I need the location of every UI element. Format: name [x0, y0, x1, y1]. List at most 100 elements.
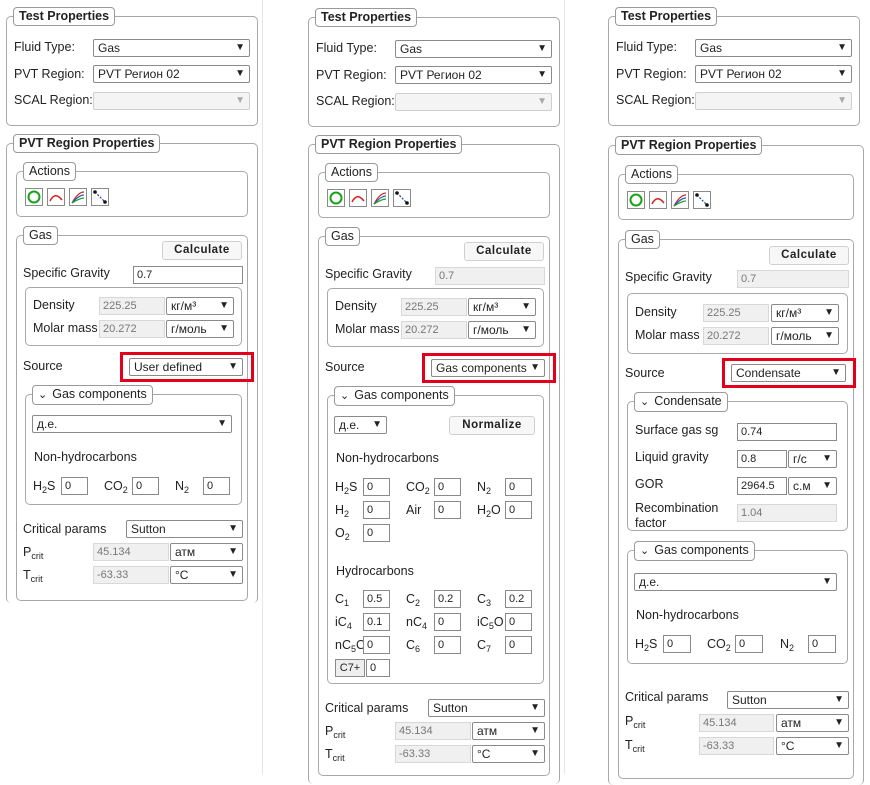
h2o-input[interactable]: 0: [505, 501, 532, 519]
nc5-label: nC5O: [335, 638, 366, 654]
c7-input[interactable]: 0: [505, 636, 532, 654]
density-unit-select[interactable]: кг/м³ ▼: [771, 304, 839, 322]
ic4-input[interactable]: 0.1: [363, 613, 390, 631]
c2-input[interactable]: 0.2: [434, 590, 461, 608]
h2s-input[interactable]: 0: [363, 478, 390, 496]
points-button[interactable]: [693, 191, 711, 209]
liquid-gravity-input[interactable]: 0.8: [737, 450, 787, 468]
tcrit-unit-select[interactable]: °C ▼: [472, 745, 545, 763]
curve-icon: [651, 198, 665, 205]
c3-input[interactable]: 0.2: [505, 590, 532, 608]
gor-unit-select[interactable]: с.м ▼: [788, 477, 837, 495]
density-unit-select[interactable]: кг/м³ ▼: [166, 297, 234, 315]
molar-mass-unit-select[interactable]: г/моль ▼: [771, 327, 839, 345]
specific-gravity-input[interactable]: 0.7: [133, 266, 243, 284]
points-icon: [93, 190, 107, 204]
critical-params-select[interactable]: Sutton ▼: [727, 691, 849, 709]
pvt-region-properties-group: PVT Region Properties Actions Gas Calcul…: [6, 134, 258, 603]
air-input[interactable]: 0: [434, 501, 461, 519]
pcrit-unit-select[interactable]: атм ▼: [472, 722, 545, 740]
h2s-input[interactable]: 0: [61, 477, 88, 495]
c6-input[interactable]: 0: [434, 636, 461, 654]
gor-input[interactable]: 2964.5: [737, 477, 787, 495]
n2-input[interactable]: 0: [808, 635, 836, 653]
tcrit-unit-select[interactable]: °C ▼: [776, 737, 849, 755]
gas-components-legend[interactable]: ⌄ Gas components: [334, 386, 455, 406]
pvt-region-properties-legend: PVT Region Properties: [315, 135, 463, 154]
co2-input[interactable]: 0: [735, 635, 763, 653]
h2-input[interactable]: 0: [363, 501, 390, 519]
molar-mass-unit-select[interactable]: г/моль ▼: [166, 320, 234, 338]
condensate-legend[interactable]: ⌄ Condensate: [634, 392, 728, 412]
nc4-input[interactable]: 0: [434, 613, 461, 631]
calculate-button[interactable]: Calculate: [464, 242, 544, 261]
gas-components-unit-select[interactable]: д.е. ▼: [32, 415, 232, 433]
c7plus-input[interactable]: 0: [366, 659, 390, 677]
refresh-button[interactable]: [327, 189, 345, 207]
co2-label: CO2: [406, 480, 430, 496]
gas-legend: Gas: [325, 227, 360, 246]
nc5-input[interactable]: 0: [363, 636, 390, 654]
curve-button[interactable]: [47, 188, 65, 206]
c7plus-button[interactable]: C7+: [335, 659, 365, 677]
pvt-region-select[interactable]: PVT Регион 02 ▼: [93, 65, 250, 83]
density-label: Density: [33, 298, 75, 312]
source-select[interactable]: Gas components ▼: [431, 359, 545, 377]
tcrit-label: Tcrit: [625, 738, 645, 754]
ic5-input[interactable]: 0: [505, 613, 532, 631]
pcrit-unit-select[interactable]: атм ▼: [170, 543, 243, 561]
multi-curve-button[interactable]: [69, 188, 87, 206]
molar-mass-unit-select[interactable]: г/моль ▼: [468, 321, 536, 339]
normalize-button[interactable]: Normalize: [449, 416, 535, 435]
pcrit-unit-select[interactable]: атм ▼: [776, 714, 849, 732]
hydrocarbons-title: Hydrocarbons: [336, 564, 414, 578]
molar-mass-value: 20.272: [703, 327, 769, 345]
c2-label: C2: [406, 592, 421, 608]
points-button[interactable]: [91, 188, 109, 206]
co2-input[interactable]: 0: [434, 478, 461, 496]
recombination-factor-label: Recombination factor: [635, 501, 719, 530]
calculate-button[interactable]: Calculate: [162, 241, 242, 260]
pvt-region-select[interactable]: PVT Регион 02 ▼: [395, 66, 552, 84]
scal-region-label: SCAL Region:: [316, 94, 395, 108]
h2s-input[interactable]: 0: [663, 635, 691, 653]
tcrit-label: Tcrit: [23, 568, 43, 584]
chevron-down-icon: ▼: [228, 569, 238, 580]
calculate-button[interactable]: Calculate: [769, 246, 849, 265]
fluid-type-select[interactable]: Gas ▼: [395, 40, 552, 58]
molar-mass-label: Molar mass: [635, 328, 700, 342]
gas-components-legend[interactable]: ⌄ Gas components: [634, 541, 755, 561]
multi-curve-button[interactable]: [671, 191, 689, 209]
gas-components-unit-select[interactable]: д.е. ▼: [334, 416, 387, 434]
refresh-button[interactable]: [25, 188, 43, 206]
gas-components-unit-select[interactable]: д.е. ▼: [634, 573, 837, 591]
critical-params-select[interactable]: Sutton ▼: [126, 520, 243, 538]
fluid-type-select[interactable]: Gas ▼: [93, 39, 250, 57]
n2-input[interactable]: 0: [203, 477, 230, 495]
gas-components-legend[interactable]: ⌄ Gas components: [32, 385, 153, 405]
density-unit-select[interactable]: кг/м³ ▼: [468, 298, 536, 316]
pvt-region-select[interactable]: PVT Регион 02 ▼: [695, 65, 852, 83]
curve-button[interactable]: [349, 189, 367, 207]
points-button[interactable]: [393, 189, 411, 207]
tcrit-unit-select[interactable]: °C ▼: [170, 566, 243, 584]
curve-button[interactable]: [649, 191, 667, 209]
test-properties-group: Test Properties Fluid Type: Gas ▼ PVT Reg…: [6, 7, 258, 126]
multi-curve-button[interactable]: [371, 189, 389, 207]
co2-input[interactable]: 0: [132, 477, 159, 495]
source-select[interactable]: User defined ▼: [129, 358, 243, 376]
refresh-button[interactable]: [627, 191, 645, 209]
pcrit-value: 45.134: [395, 722, 471, 740]
panel-1: Test Properties Fluid Type: Gas ▼ PVT Reg…: [0, 0, 263, 774]
chevron-down-icon: ▼: [521, 324, 531, 335]
c1-input[interactable]: 0.5: [363, 590, 390, 608]
pcrit-label: Pcrit: [625, 714, 646, 730]
surface-gas-sg-input[interactable]: 0.74: [737, 423, 837, 441]
n2-input[interactable]: 0: [505, 478, 532, 496]
fluid-type-select[interactable]: Gas ▼: [695, 39, 852, 57]
actions-group: Actions: [16, 162, 248, 217]
liquid-gravity-unit-select[interactable]: г/с ▼: [788, 450, 837, 468]
source-select[interactable]: Condensate ▼: [731, 364, 846, 382]
critical-params-select[interactable]: Sutton ▼: [428, 699, 545, 717]
o2-input[interactable]: 0: [363, 524, 390, 542]
